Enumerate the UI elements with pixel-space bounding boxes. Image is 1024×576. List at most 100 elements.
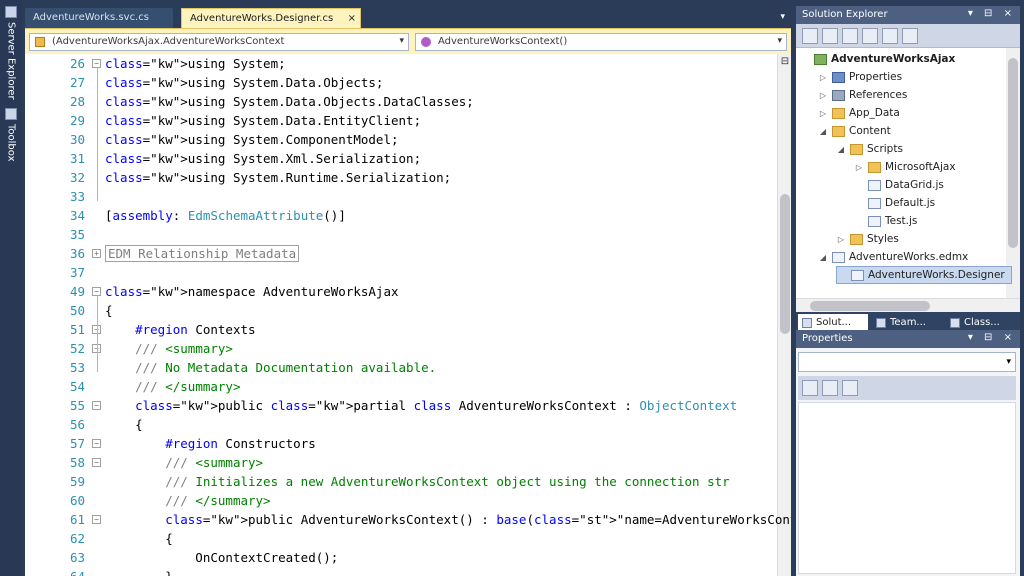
member-dropdown-value: AdventureWorksContext() xyxy=(438,36,568,47)
code-line[interactable]: 62 { xyxy=(25,529,775,548)
collapse-icon[interactable]: − xyxy=(92,458,101,467)
tree-item[interactable]: ▷ MicrosoftAjax xyxy=(854,158,956,176)
line-number: 26 xyxy=(69,56,85,71)
code-line[interactable]: 63 OnContextCreated(); xyxy=(25,548,775,567)
tree-item[interactable]: ◢ Scripts xyxy=(836,140,903,158)
expand-icon[interactable]: + xyxy=(92,249,101,258)
code-line[interactable]: 35 xyxy=(25,225,775,244)
tab-list-dropdown-icon[interactable]: ▾ xyxy=(780,12,785,22)
pane-title: Properties xyxy=(802,333,853,344)
code-line[interactable]: 60 /// </summary> xyxy=(25,491,775,510)
property-pages-icon[interactable] xyxy=(842,380,858,396)
refresh-icon[interactable] xyxy=(842,28,858,44)
scroll-thumb[interactable] xyxy=(1008,58,1018,248)
code-line[interactable]: 49− class="kw">namespace AdventureWorksAj… xyxy=(25,282,775,301)
code-line[interactable]: 50 { xyxy=(25,301,775,320)
code-line[interactable]: 51− #region Contexts xyxy=(25,320,775,339)
editor-vertical-scrollbar[interactable]: ⊟ xyxy=(777,54,791,576)
collapse-icon[interactable]: − xyxy=(92,59,101,68)
code-line[interactable]: 55− class="kw">public class="kw">partial… xyxy=(25,396,775,415)
tree-item[interactable]: ▷ References xyxy=(818,86,907,104)
collapsed-arrow-icon[interactable]: ▷ xyxy=(854,163,864,172)
collapsed-arrow-icon[interactable]: ▷ xyxy=(836,235,846,244)
collapsed-arrow-icon[interactable]: ▷ xyxy=(818,91,828,100)
solution-explorer-pane: Solution Explorer ▾ ⊟ × AdventureWorksAj… xyxy=(796,6,1020,334)
close-icon[interactable]: × xyxy=(348,13,356,24)
code-line[interactable]: 33 xyxy=(25,187,775,206)
code-line[interactable]: 61− class="kw">public AdventureWorksCont… xyxy=(25,510,791,529)
document-area: AdventureWorks.svc.cs AdventureWorks.Des… xyxy=(25,4,791,576)
code-line[interactable]: 64 } xyxy=(25,567,775,576)
code-line[interactable]: 53 /// No Metadata Documentation availab… xyxy=(25,358,775,377)
code-line[interactable]: 52− /// <summary> xyxy=(25,339,775,358)
class-icon xyxy=(35,37,45,47)
tree-item[interactable]: AdventureWorks.Designer xyxy=(836,266,1012,284)
code-line[interactable]: 54 /// </summary> xyxy=(25,377,775,396)
code-line[interactable]: 26− class="kw">using System; xyxy=(25,54,775,73)
split-icon[interactable]: ⊟ xyxy=(779,56,791,68)
solution-icon xyxy=(802,318,812,328)
collapse-icon[interactable]: − xyxy=(92,515,101,524)
line-number: 64 xyxy=(25,567,85,576)
code-line[interactable]: 32 class="kw">using System.Runtime.Serial… xyxy=(25,168,775,187)
code-text: class="kw">public AdventureWorksContext(… xyxy=(165,512,791,527)
collapse-icon[interactable]: − xyxy=(92,287,101,296)
tree-item[interactable]: ◢ AdventureWorks.edmx xyxy=(818,248,968,266)
code-line[interactable]: 28 class="kw">using System.Data.Objects.D… xyxy=(25,92,775,111)
code-line[interactable]: 37 xyxy=(25,263,775,282)
solution-tree[interactable]: AdventureWorksAjax ▷ Properties ▷ References… xyxy=(796,48,1020,298)
tree-item-label: App_Data xyxy=(849,107,900,119)
type-dropdown[interactable]: (AdventureWorksAjax.AdventureWorksContex… xyxy=(29,33,409,51)
code-line[interactable]: 57− #region Constructors xyxy=(25,434,775,453)
expanded-arrow-icon[interactable]: ◢ xyxy=(818,127,828,136)
tree-item-label: AdventureWorks.edmx xyxy=(849,251,969,263)
scroll-thumb[interactable] xyxy=(780,194,790,334)
tree-item[interactable]: ◢ Content xyxy=(818,122,891,140)
tab-adventureworks-svc[interactable]: AdventureWorks.svc.cs xyxy=(25,8,173,28)
properties-icon[interactable] xyxy=(802,28,818,44)
tree-item[interactable]: ▷ Properties xyxy=(818,68,902,86)
tree-item-label: Test.js xyxy=(885,215,918,227)
alphabetical-icon[interactable] xyxy=(822,380,838,396)
tree-item[interactable]: ▷ App_Data xyxy=(818,104,900,122)
object-selector-dropdown[interactable]: ▾ xyxy=(798,352,1016,372)
tree-item[interactable]: AdventureWorksAjax xyxy=(800,50,955,68)
view-code-icon[interactable] xyxy=(862,28,878,44)
view-designer-icon[interactable] xyxy=(882,28,898,44)
tree-horizontal-scrollbar[interactable] xyxy=(796,298,1020,312)
code-line[interactable]: 29 class="kw">using System.Data.EntityCli… xyxy=(25,111,775,130)
line-number: 53 xyxy=(69,360,85,375)
class-diagram-icon[interactable] xyxy=(902,28,918,44)
expanded-arrow-icon[interactable]: ◢ xyxy=(818,253,828,262)
show-all-files-icon[interactable] xyxy=(822,28,838,44)
code-line[interactable]: 31 class="kw">using System.Xml.Serializat… xyxy=(25,149,775,168)
toolbox-tab[interactable]: Toolbox xyxy=(2,108,20,162)
tree-item[interactable]: Test.js xyxy=(854,212,917,230)
expanded-arrow-icon[interactable]: ◢ xyxy=(836,145,846,154)
member-dropdown[interactable]: AdventureWorksContext() ▾ xyxy=(415,33,787,51)
property-grid[interactable] xyxy=(798,402,1016,574)
tree-item[interactable]: DataGrid.js xyxy=(854,176,944,194)
server-explorer-tab[interactable]: Server Explorer xyxy=(2,6,20,100)
pane-window-buttons[interactable]: ▾ ⊟ × xyxy=(968,332,1016,343)
collapsed-arrow-icon[interactable]: ▷ xyxy=(818,73,828,82)
code-line[interactable]: 56 { xyxy=(25,415,775,434)
tree-item[interactable]: ▷ Styles xyxy=(836,230,899,248)
code-line[interactable]: 58− /// <summary> xyxy=(25,453,775,472)
code-line[interactable]: 30 class="kw">using System.ComponentModel… xyxy=(25,130,775,149)
scroll-thumb[interactable] xyxy=(810,301,930,311)
code-line[interactable]: 59 /// Initializes a new AdventureWorksC… xyxy=(25,472,775,491)
categorized-icon[interactable] xyxy=(802,380,818,396)
code-line[interactable]: 34 [assembly: EdmSchemaAttribute()] xyxy=(25,206,775,225)
code-line[interactable]: 36 + EDM Relationship Metadata xyxy=(25,244,775,263)
collapse-icon[interactable]: − xyxy=(92,439,101,448)
pane-window-buttons[interactable]: ▾ ⊟ × xyxy=(968,8,1016,19)
tree-item[interactable]: Default.js xyxy=(854,194,935,212)
tab-adventureworks-designer[interactable]: AdventureWorks.Designer.cs × xyxy=(181,8,361,28)
file-icon xyxy=(868,215,881,227)
collapsed-arrow-icon[interactable]: ▷ xyxy=(818,109,828,118)
code-line[interactable]: 27 class="kw">using System.Data.Objects; xyxy=(25,73,775,92)
code-editor[interactable]: ⊟ 26− class="kw">using System; 27 class="kw… xyxy=(25,54,791,576)
collapse-icon[interactable]: − xyxy=(92,401,101,410)
tree-vertical-scrollbar[interactable] xyxy=(1006,48,1020,298)
